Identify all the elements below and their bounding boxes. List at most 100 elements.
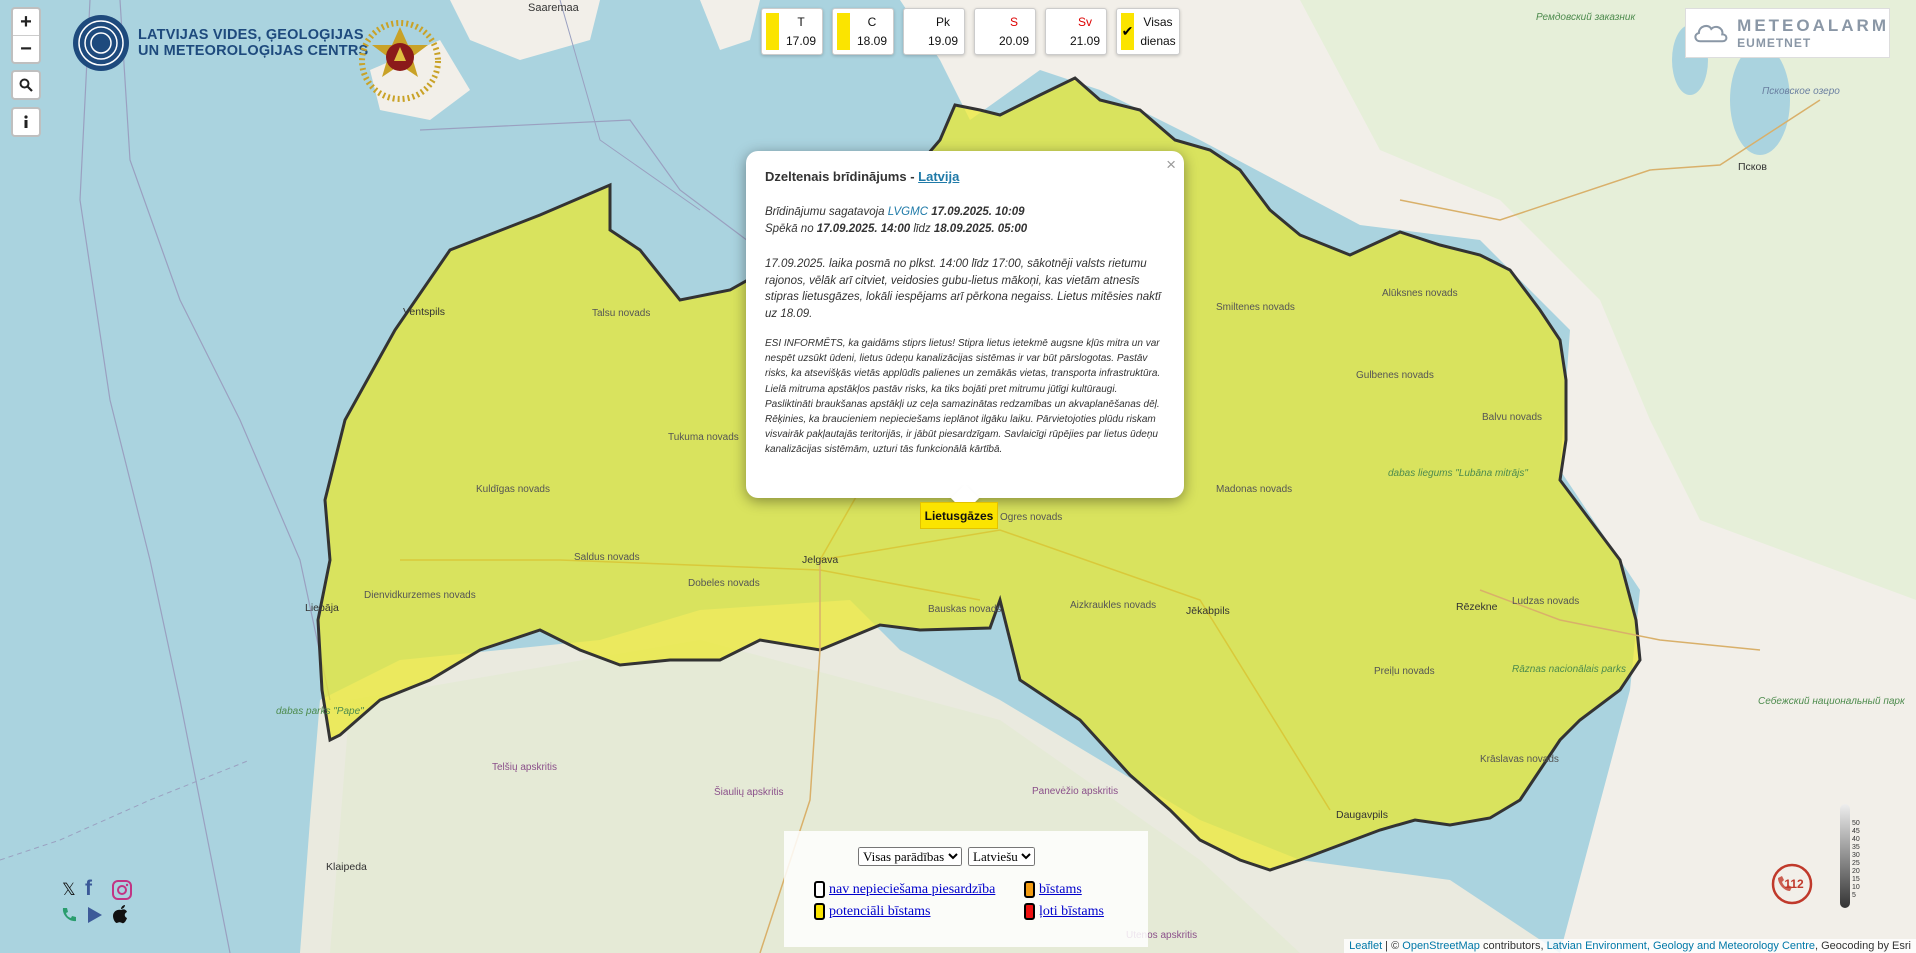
- day-tab-1[interactable]: C 18.09: [832, 8, 894, 55]
- map-label-ventspils: Ventspils: [403, 306, 446, 318]
- map-label-pape: dabas parks "Pape": [276, 706, 364, 717]
- attribution-sep: , Geocoding by Esri: [1815, 940, 1911, 952]
- zoom-in-button[interactable]: +: [13, 9, 39, 36]
- map-label-ogres: Ogres novads: [1000, 512, 1063, 523]
- map-label-raznas: Rāznas nacionālais parks: [1512, 664, 1626, 675]
- prepared-time: 17.09.2025. 10:09: [928, 206, 1025, 218]
- day-date: 17.09: [785, 34, 817, 48]
- scale-gradient: [1840, 804, 1850, 908]
- day-name: Pk: [935, 15, 950, 29]
- map-label-kraslavas: Krāslavas novads: [1480, 754, 1559, 765]
- legend-swatch: [814, 881, 825, 898]
- day-name: S: [1009, 15, 1018, 29]
- precipitation-scale: 50 45 40 35 30 25 20 15 10 5: [1839, 804, 1861, 908]
- fire-rescue-emblem-icon[interactable]: [358, 13, 442, 109]
- map-label-balvu: Balvu novads: [1482, 412, 1543, 423]
- all-days-label-2: dienas: [1140, 34, 1176, 48]
- legend-item-very-dangerous[interactable]: ļoti bīstams: [1024, 903, 1104, 920]
- x-icon[interactable]: 𝕏: [62, 880, 76, 900]
- map-label-siauliu: Šiaulių apskritis: [714, 787, 784, 798]
- map-label-aluksnes: Alūksnes novads: [1382, 288, 1458, 299]
- scale-ticks: 50 45 40 35 30 25 20 15 10 5: [1852, 820, 1860, 900]
- osm-link[interactable]: OpenStreetMap: [1402, 940, 1480, 952]
- map-label-saaremaa: Saaremaa: [528, 2, 579, 14]
- day-color-bar: [1050, 13, 1063, 50]
- valid-label: Spēkā no: [765, 223, 817, 235]
- popup-description: 17.09.2025. laika posmā no plkst. 14:00 …: [765, 258, 1161, 320]
- day-tab-2[interactable]: Pk 19.09: [903, 8, 965, 55]
- apple-icon[interactable]: [112, 905, 130, 925]
- map-label-jekabpils: Jēkabpils: [1186, 605, 1230, 617]
- all-days-tab[interactable]: ✔ Visas dienas: [1116, 8, 1180, 55]
- map-label-bauskas: Bauskas novads: [928, 604, 1002, 615]
- map-label-preilu: Preiļu novads: [1374, 666, 1435, 677]
- legend-swatch: [1024, 881, 1035, 898]
- search-control: [11, 70, 41, 100]
- day-tab-3[interactable]: S 20.09: [974, 8, 1036, 55]
- emergency-112-icon[interactable]: 112: [1770, 862, 1814, 906]
- legend-item-none[interactable]: nav nepieciešama piesardzība: [814, 881, 995, 898]
- popup-region-link[interactable]: Latvija: [918, 169, 959, 184]
- checkmark-icon: ✔: [1121, 13, 1134, 50]
- info-icon: [24, 115, 28, 128]
- map-label-liepaja: Liepāja: [305, 602, 339, 614]
- day-color-bar: [908, 13, 921, 50]
- search-icon: [19, 78, 33, 92]
- all-days-label-1: Visas: [1143, 15, 1173, 29]
- facebook-icon[interactable]: f: [85, 877, 92, 901]
- valid-mid: līdz: [910, 223, 934, 235]
- leaflet-link[interactable]: Leaflet: [1349, 940, 1382, 952]
- day-name: T: [797, 15, 805, 29]
- phenomena-select[interactable]: Visas parādības: [858, 847, 962, 866]
- legend-panel: Visas parādības Latviešu nav nepieciešam…: [784, 831, 1148, 947]
- meteoalarm-subtitle: EUMETNET: [1737, 36, 1812, 50]
- scale-tick: 10: [1852, 884, 1860, 891]
- prepared-label: Brīdinājumu sagatavoja: [765, 206, 888, 218]
- legend-label[interactable]: potenciāli bīstams: [829, 904, 930, 920]
- map-label-panevezio: Panevėžio apskritis: [1032, 786, 1119, 797]
- map-label-tukuma: Tukuma novads: [668, 432, 739, 443]
- info-control: [11, 107, 41, 137]
- popup-close-button[interactable]: ×: [1166, 155, 1176, 175]
- popup-title-prefix: Dzeltenais brīdinājums -: [765, 169, 919, 184]
- popup-meta: Brīdinājumu sagatavoja LVGMC 17.09.2025.…: [765, 204, 1164, 238]
- legend-label[interactable]: ļoti bīstams: [1039, 904, 1104, 920]
- legend-item-dangerous[interactable]: bīstams: [1024, 881, 1082, 898]
- map-label-dobeles: Dobeles novads: [688, 578, 760, 589]
- info-button[interactable]: [13, 109, 39, 135]
- meteoalarm-logo[interactable]: METEOALARM EUMETNET: [1685, 8, 1890, 58]
- legend-item-potential[interactable]: potenciāli bīstams: [814, 903, 930, 920]
- map-label-madonas: Madonas novads: [1216, 484, 1293, 495]
- phone-app-icon[interactable]: [59, 905, 79, 925]
- attribution-sep: contributors,: [1479, 940, 1547, 952]
- google-play-icon[interactable]: [85, 905, 105, 925]
- scale-tick: 35: [1852, 844, 1860, 851]
- legend-label[interactable]: bīstams: [1039, 882, 1082, 898]
- legend-swatch: [814, 903, 825, 920]
- instagram-icon[interactable]: [112, 880, 132, 900]
- attribution-sep: | ©: [1382, 940, 1403, 952]
- scale-tick: 45: [1852, 828, 1860, 835]
- warning-marker-lietusgazes[interactable]: Lietusgāzes: [920, 502, 998, 529]
- day-color-bar: [766, 13, 779, 50]
- scale-tick: 25: [1852, 860, 1860, 867]
- day-name: C: [867, 15, 877, 29]
- search-button[interactable]: [13, 72, 39, 98]
- lvgmc-attribution-link[interactable]: Latvian Environment, Geology and Meteoro…: [1547, 940, 1815, 952]
- map-label-saldus: Saldus novads: [574, 552, 640, 563]
- day-date: 20.09: [998, 34, 1030, 48]
- map-label-remdovsky: Ремдовский заказник: [1536, 12, 1636, 23]
- day-tab-0[interactable]: T 17.09: [761, 8, 823, 55]
- cloud-icon: [1694, 24, 1728, 43]
- lvgmc-logo-line2: UN METEOROLOĢIJAS CENTRS: [138, 43, 369, 59]
- day-tab-4[interactable]: Sv 21.09: [1045, 8, 1107, 55]
- zoom-out-button[interactable]: −: [13, 36, 39, 62]
- legend-label[interactable]: nav nepieciešama piesardzība: [829, 882, 995, 898]
- language-select[interactable]: Latviešu: [968, 847, 1035, 866]
- map-label-daugavpils: Daugavpils: [1336, 809, 1388, 821]
- lvgmc-link[interactable]: LVGMC: [888, 206, 928, 218]
- map-label-pskovskoe: Псковское озеро: [1762, 86, 1840, 97]
- zoom-control: + −: [11, 7, 41, 64]
- popup-title: Dzeltenais brīdinājums - Latvija: [765, 169, 1164, 184]
- lvgmc-logo[interactable]: LATVIJAS VIDES, ĢEOLOĢIJAS UN METEOROLOĢ…: [72, 14, 368, 72]
